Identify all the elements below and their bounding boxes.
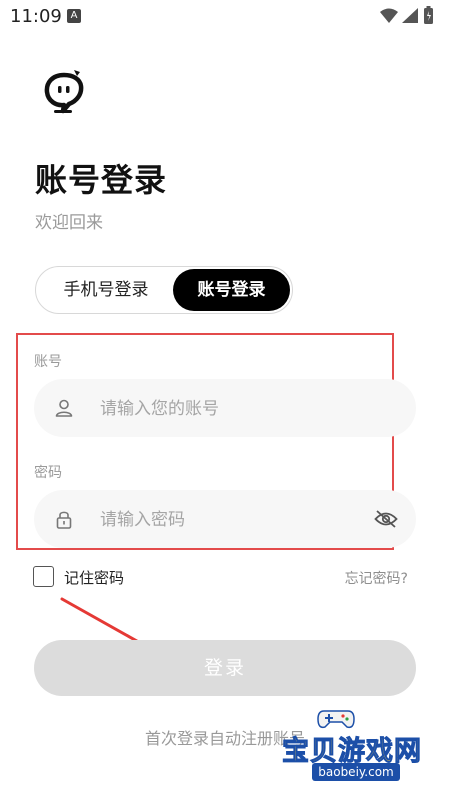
password-field[interactable] (34, 490, 416, 550)
tab-phone-login[interactable]: 手机号登录 (42, 269, 170, 311)
page-subtitle: 欢迎回来 (35, 213, 103, 233)
login-mode-tabs: 手机号登录 账号登录 (35, 266, 293, 314)
app-logo (44, 70, 84, 114)
gamepad-icon (317, 710, 355, 729)
eye-off-icon[interactable] (374, 509, 398, 529)
status-bar: 11:09 A (0, 0, 450, 32)
lock-icon (56, 511, 72, 529)
notification-icon: A (67, 9, 81, 23)
account-field[interactable] (34, 379, 416, 439)
wifi-icon (380, 8, 398, 23)
remember-label: 记住密码 (64, 569, 125, 587)
battery-icon (424, 6, 433, 24)
tab-account-login[interactable]: 账号登录 (173, 269, 290, 311)
page-title: 账号登录 (35, 161, 168, 199)
account-label: 账号 (34, 354, 62, 370)
watermark-url: baobeiy.com (312, 763, 400, 781)
password-input[interactable] (98, 490, 362, 550)
account-input[interactable] (98, 379, 362, 439)
status-time: 11:09 (10, 6, 62, 27)
status-icons (380, 6, 433, 24)
watermark: 宝贝游戏网 baobeiy.com (276, 707, 422, 795)
user-icon (55, 399, 73, 417)
remember-checkbox[interactable] (33, 566, 54, 587)
signal-icon (402, 8, 418, 23)
password-label: 密码 (34, 465, 62, 481)
forgot-password-link[interactable]: 忘记密码? (345, 568, 408, 588)
login-button[interactable]: 登录 (34, 640, 416, 696)
